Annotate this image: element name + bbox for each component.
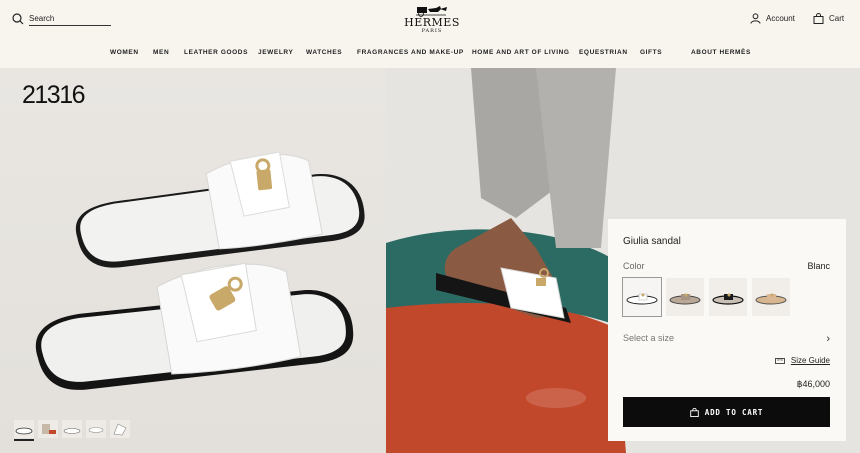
add-to-cart-button[interactable]: ADD TO CART [623,397,830,427]
chevron-right-icon: › [826,333,830,345]
size-guide-link[interactable]: Size Guide [774,356,830,365]
shopping-bag-icon [813,13,824,24]
main-nav: WOMEN MEN LEATHER GOODS JEWELRY WATCHES … [0,49,860,61]
product-panel: Giulia sandal Color Blanc Select a size … [608,219,846,441]
swatch-black[interactable] [709,278,747,316]
size-select-placeholder: Select a size [623,333,675,343]
nav-item-equestrian[interactable]: EQUESTRIAN [579,49,628,56]
nav-item-about[interactable]: ABOUT HERMÈS [691,49,751,56]
color-value: Blanc [807,261,830,271]
nav-item-watches[interactable]: WATCHES [306,49,342,56]
nav-item-jewelry[interactable]: JEWELRY [258,49,293,56]
swatch-beige[interactable] [666,278,704,316]
product-image-main[interactable]: 21316 [0,68,386,453]
logo-wordmark: HERMES [404,16,460,29]
nav-item-fragrances[interactable]: FRAGRANCES AND MAKE-UP [357,49,464,56]
swatch-white[interactable] [622,277,662,317]
nav-item-gifts[interactable]: GIFTS [640,49,662,56]
carriage-icon [416,6,447,17]
site-header: HERMES PARIS Account Cart WOMEN MEN LEAT… [0,0,860,68]
color-swatches [622,277,790,317]
shopping-bag-icon [689,407,699,417]
size-guide-label: Size Guide [790,356,830,365]
ruler-icon [774,357,785,364]
search-bar[interactable] [12,12,111,26]
user-icon [750,13,761,24]
thumbnail-2[interactable] [38,420,58,438]
thumbnail-strip [14,420,130,441]
nav-item-home[interactable]: HOME AND ART OF LIVING [472,49,570,56]
swatch-tan[interactable] [752,278,790,316]
add-to-cart-label: ADD TO CART [704,407,764,417]
product-title: Giulia sandal [623,236,681,247]
thumbnail-4[interactable] [86,420,106,438]
thumbnail-5[interactable] [110,420,130,438]
hermes-logo[interactable]: HERMES PARIS [400,3,464,34]
search-icon [12,13,24,25]
product-price: ฿46,000 [796,379,830,389]
nav-item-women[interactable]: WOMEN [110,49,139,56]
thumbnail-1[interactable] [14,420,34,441]
search-input[interactable] [29,12,111,26]
cart-link[interactable]: Cart [813,13,844,24]
nav-item-men[interactable]: MEN [153,49,169,56]
sandal-pair-illustration [36,151,365,390]
color-label: Color [623,261,645,271]
product-code: 21316 [22,81,86,109]
cart-label: Cart [829,14,845,23]
thumbnail-3[interactable] [62,420,82,438]
account-link[interactable]: Account [750,13,795,24]
account-label: Account [766,14,795,23]
nav-item-leather-goods[interactable]: LEATHER GOODS [184,49,248,56]
size-select[interactable]: Select a size › [623,333,830,347]
